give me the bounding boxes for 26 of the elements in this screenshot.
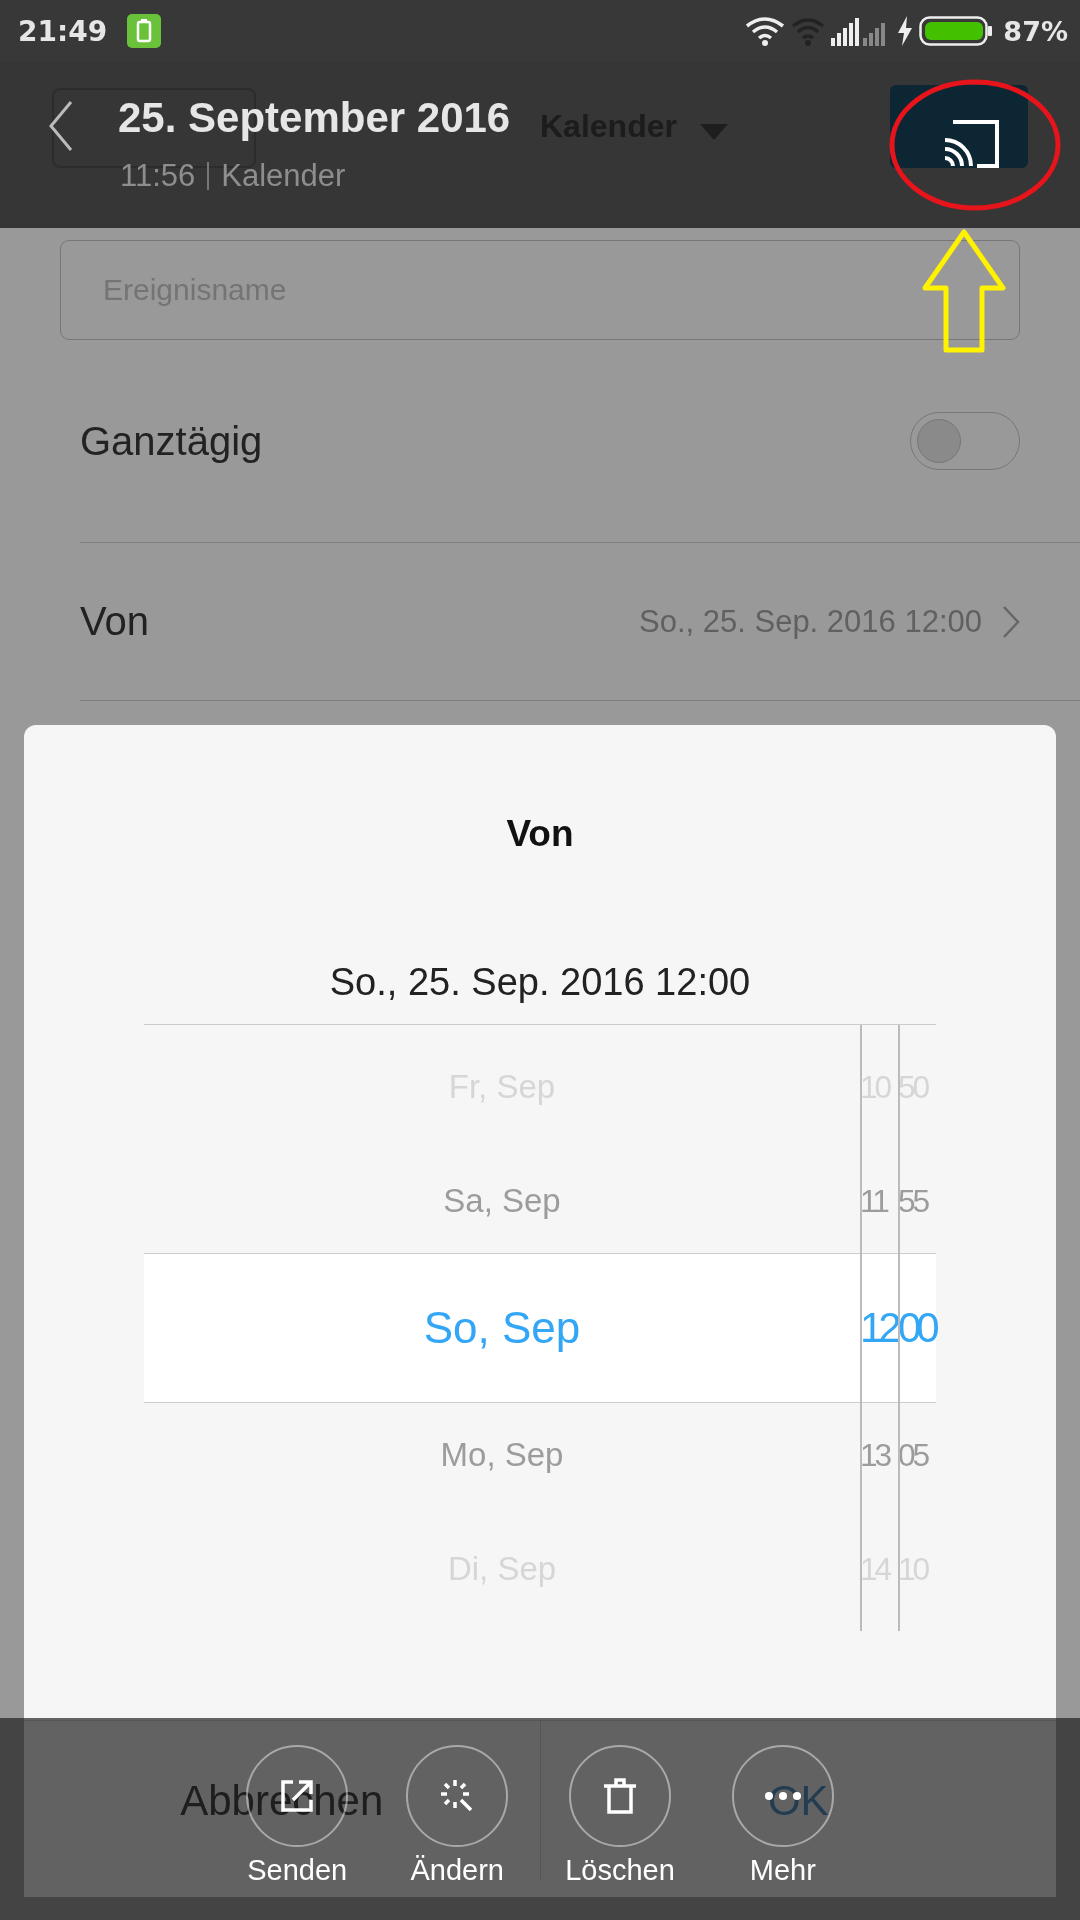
- album-name: Kalender: [221, 158, 346, 194]
- from-value: So., 25. Sep. 2016 12:00: [639, 603, 982, 640]
- all-day-label: Ganztägig: [80, 418, 264, 464]
- status-time: 21:49: [18, 14, 108, 48]
- dialog-title: Von: [506, 813, 574, 855]
- battery-percentage: 87%: [1003, 15, 1068, 47]
- delete-button[interactable]: Löschen: [565, 1854, 675, 1887]
- more-icon[interactable]: [730, 1744, 835, 1848]
- back-icon[interactable]: [48, 100, 74, 152]
- charging-icon: [897, 16, 914, 46]
- selected-date: So., 25. Sep. 2016 12:00: [329, 961, 751, 1004]
- image-title: 25. September 2016: [118, 94, 511, 142]
- image-time: 11:56: [120, 158, 196, 194]
- trash-icon[interactable]: [568, 1744, 672, 1848]
- magic-wand-icon[interactable]: [405, 1744, 510, 1848]
- cast-icon[interactable]: [943, 120, 999, 168]
- battery-app-icon: [127, 14, 162, 48]
- more-button[interactable]: Mehr: [749, 1854, 816, 1887]
- wifi-icon: [745, 16, 786, 46]
- chevron-icon: [1002, 604, 1020, 639]
- caret-icon: [700, 124, 728, 140]
- from-label: Von: [80, 599, 150, 644]
- picker-row[interactable]: Mo, Sep 13 05: [144, 1403, 936, 1507]
- selected-picker-row[interactable]: So, Sep 1200: [144, 1253, 936, 1403]
- picker-row[interactable]: Sa, Sep 11 55: [144, 1149, 936, 1253]
- battery-icon: [919, 16, 994, 46]
